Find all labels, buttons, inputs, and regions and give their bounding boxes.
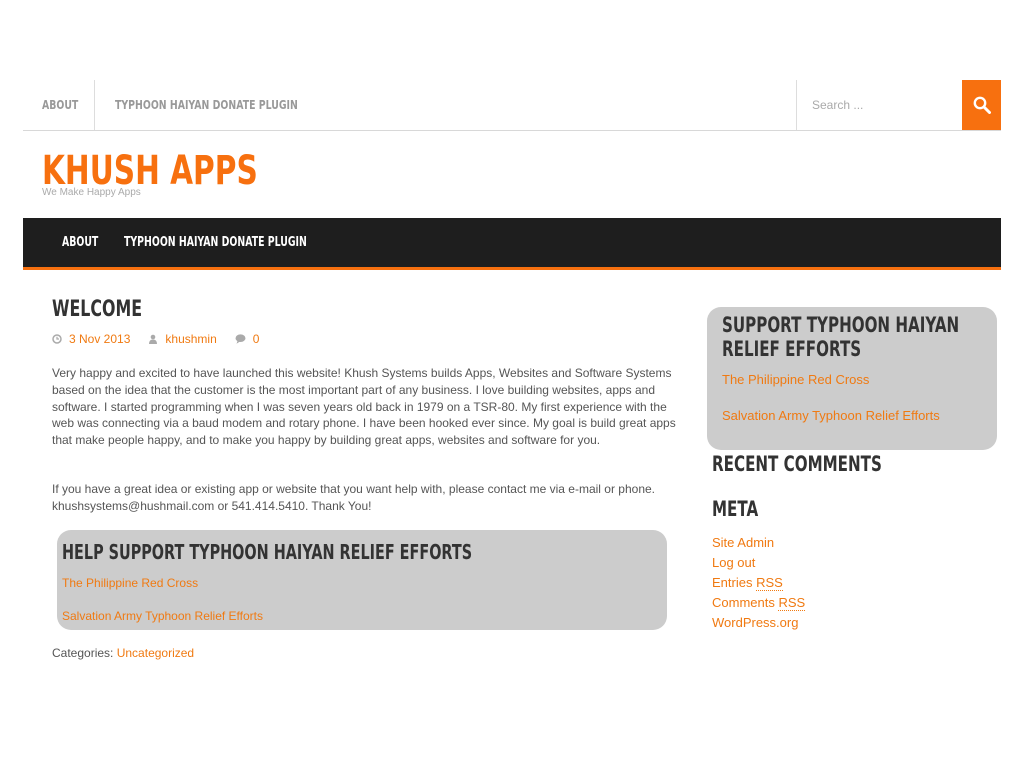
wordpress-org-link[interactable]: WordPress.org: [712, 615, 798, 630]
meta-widget-title-text: Meta: [712, 497, 759, 521]
post-relief-box-title: Help Support Typhoon Haiyan Relief Effor…: [62, 540, 632, 564]
sidebar-relief-title-line2: Relief Efforts: [722, 337, 862, 361]
sidebar-relief-widget: Support Typhoon Haiyan Relief Efforts Th…: [707, 307, 997, 450]
post-relief-box-title-text: Help Support Typhoon Haiyan Relief Effor…: [62, 540, 473, 564]
recent-comments-title-text: Recent Comments: [712, 452, 882, 476]
post-paragraph: Very happy and excited to have launched …: [52, 366, 676, 448]
list-item: Site Admin: [712, 535, 805, 555]
post-red-cross-link[interactable]: The Philippine Red Cross: [62, 576, 198, 590]
site-tagline: We Make Happy Apps: [42, 187, 141, 198]
list-item: Log out: [712, 555, 805, 575]
top-nav-divider: [94, 80, 95, 130]
post-paragraph: If you have a great idea or existing app…: [52, 482, 656, 513]
post-author-link[interactable]: khushmin: [165, 332, 216, 346]
search-button[interactable]: [962, 80, 1001, 130]
comment-icon: [235, 334, 246, 344]
sidebar-red-cross-link[interactable]: The Philippine Red Cross: [722, 372, 869, 387]
post-relief-box: Help Support Typhoon Haiyan Relief Effor…: [57, 530, 667, 630]
rss-abbr: RSS: [778, 595, 806, 611]
comments-label: Comments: [712, 595, 775, 610]
post-date-link[interactable]: 3 Nov 2013: [69, 332, 130, 346]
categories-label: Categories:: [52, 646, 114, 660]
rss-abbr: RSS: [756, 575, 783, 591]
list-item: Entries RSS: [712, 575, 805, 595]
main-navigation: About Typhoon Haiyan Donate Plugin: [23, 218, 1001, 270]
top-nav-about-label: About: [42, 98, 79, 112]
post-categories: Categories: Uncategorized: [52, 646, 194, 660]
search-input[interactable]: [798, 80, 961, 130]
meta-widget-title: Meta: [712, 497, 776, 521]
top-nav-item-about[interactable]: About: [42, 80, 89, 130]
user-icon: [149, 334, 158, 344]
top-nav-typhoon-label: Typhoon Haiyan Donate Plugin: [115, 98, 298, 112]
post-title-text: Welcome: [52, 297, 143, 322]
search-icon: [973, 96, 991, 114]
post-salvation-army-link[interactable]: Salvation Army Typhoon Relief Efforts: [62, 609, 263, 623]
top-navigation: About Typhoon Haiyan Donate Plugin: [23, 80, 1001, 131]
entries-rss-link[interactable]: Entries RSS: [712, 575, 783, 591]
main-nav-about-label: About: [62, 235, 99, 250]
entries-label: Entries: [712, 575, 753, 590]
post-meta: 3 Nov 2013 khushmin 0: [52, 332, 277, 346]
sidebar-relief-title-line1: Support Typhoon Haiyan: [722, 313, 960, 337]
main-nav-typhoon-label: Typhoon Haiyan Donate Plugin: [124, 235, 307, 250]
list-item: Comments RSS: [712, 595, 806, 615]
main-nav-item-typhoon-plugin[interactable]: Typhoon Haiyan Donate Plugin: [124, 218, 378, 267]
site-admin-link[interactable]: Site Admin: [712, 535, 774, 550]
list-item: WordPress.org: [712, 615, 805, 635]
post-title[interactable]: Welcome: [52, 297, 177, 322]
sidebar-salvation-army-link[interactable]: Salvation Army Typhoon Relief Efforts: [722, 408, 940, 423]
comments-rss-link[interactable]: Comments RSS: [712, 595, 806, 611]
main-nav-item-about[interactable]: About: [62, 218, 112, 267]
search-divider: [796, 80, 797, 130]
recent-comments-title: Recent Comments: [712, 452, 948, 476]
sidebar-relief-title: Support Typhoon Haiyan Relief Efforts: [722, 313, 1024, 361]
log-out-link[interactable]: Log out: [712, 555, 755, 570]
category-link[interactable]: Uncategorized: [117, 646, 194, 660]
post-comments-link[interactable]: 0: [253, 332, 260, 346]
meta-links-list: Site Admin Log out Entries RSS Comments …: [712, 535, 806, 635]
clock-icon: [52, 334, 62, 344]
top-nav-item-typhoon-plugin[interactable]: Typhoon Haiyan Donate Plugin: [115, 80, 349, 130]
